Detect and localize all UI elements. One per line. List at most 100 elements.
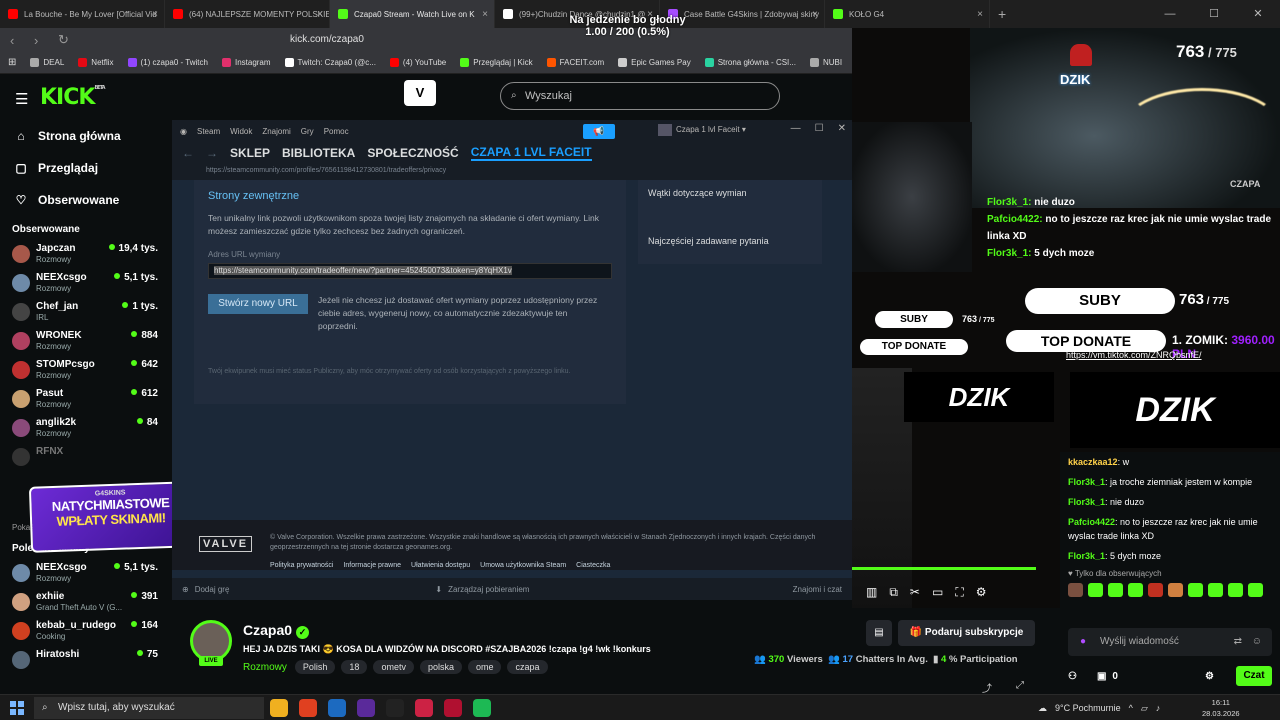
chat-username[interactable]: Flor3k_1 bbox=[1068, 497, 1105, 507]
channel-item[interactable]: Chef_jan IRL 1 tys. bbox=[0, 297, 170, 326]
browser-tab[interactable]: Czapa0 Stream - Watch Live on K × bbox=[330, 0, 495, 28]
pip-icon[interactable]: ⧉ bbox=[889, 585, 898, 600]
stats-icon[interactable]: ▥ bbox=[866, 585, 877, 599]
stream-tag[interactable]: polska bbox=[419, 660, 462, 674]
steam-menu-item[interactable]: Steam bbox=[197, 127, 220, 136]
emote-icon[interactable] bbox=[1148, 583, 1163, 597]
chat-settings-icon[interactable]: ⚙ bbox=[1205, 671, 1214, 682]
clip-icon[interactable]: ✂ bbox=[910, 585, 920, 599]
stream-category[interactable]: Rozmowy bbox=[243, 662, 287, 673]
minimize-icon[interactable]: — bbox=[791, 123, 801, 134]
close-icon[interactable]: ✕ bbox=[838, 123, 846, 134]
steam-menu-item[interactable]: Widok bbox=[230, 127, 252, 136]
points-icon[interactable]: ⚇ bbox=[1068, 671, 1077, 682]
emote-icon[interactable] bbox=[1068, 583, 1083, 597]
emote-icon[interactable] bbox=[1108, 583, 1123, 597]
reload-icon[interactable]: ↻ bbox=[58, 32, 72, 48]
settings-icon[interactable]: ⚙ bbox=[976, 585, 987, 599]
fullscreen-icon[interactable]: ⛶ bbox=[955, 585, 963, 600]
notification-megaphone-icon[interactable]: 📢 bbox=[583, 124, 615, 139]
close-icon[interactable]: ✕ bbox=[1236, 0, 1280, 28]
channel-item[interactable]: Hiratoshi 75 bbox=[0, 645, 170, 674]
taskbar-search[interactable]: ⌕ Wpisz tutaj, aby wyszukać bbox=[34, 697, 264, 719]
channel-item[interactable]: NEEXcsgo Rozmowy 5,1 tys. bbox=[0, 268, 170, 297]
channel-item[interactable]: kebab_u_rudego Cooking 164 bbox=[0, 616, 170, 645]
minimize-icon[interactable]: — bbox=[1148, 0, 1192, 28]
steam-nav-item[interactable]: SPOŁECZNOŚĆ bbox=[367, 146, 458, 160]
maximize-icon[interactable]: ☐ bbox=[815, 123, 824, 134]
bookmark-item[interactable]: Netflix bbox=[78, 58, 114, 67]
video-progress-bar[interactable] bbox=[852, 567, 1037, 570]
channel-item[interactable]: NEEXcsgo Rozmowy 5,1 tys. bbox=[0, 558, 170, 587]
chat-username[interactable]: Flor3k_1 bbox=[1068, 477, 1105, 487]
emote-icon[interactable] bbox=[1228, 583, 1243, 597]
stream-tag[interactable]: ometv bbox=[373, 660, 414, 674]
steam-back-icon[interactable]: ← bbox=[182, 146, 194, 160]
chat-username[interactable]: Flor3k_1 bbox=[1068, 551, 1105, 561]
faq-link[interactable]: Najczęściej zadawane pytania bbox=[648, 236, 812, 284]
steam-forward-icon[interactable]: → bbox=[206, 146, 218, 160]
chat-input[interactable]: ● Wyślij wiadomość ⇄ ☺ bbox=[1068, 628, 1272, 656]
trade-url-field[interactable]: https://steamcommunity.com/tradeoffer/ne… bbox=[208, 263, 612, 279]
channel-item[interactable]: Japczan Rozmowy 19,4 tys. bbox=[0, 239, 170, 268]
bookmark-item[interactable]: Przeglądaj | Kick bbox=[460, 58, 533, 67]
volume-icon[interactable]: ♪ bbox=[1156, 703, 1161, 713]
browser-tab[interactable]: KOŁO G4 × bbox=[825, 0, 990, 28]
trade-threads-link[interactable]: Wątki dotyczące wymian bbox=[648, 188, 812, 236]
bookmark-item[interactable]: (1) czapa0 - Twitch bbox=[127, 58, 208, 67]
new-tab-button[interactable]: + bbox=[998, 6, 1006, 22]
search-input[interactable]: ⌕ Wyszukaj bbox=[500, 82, 780, 110]
bookmark-item[interactable]: Instagram bbox=[221, 58, 271, 67]
emote-icon[interactable] bbox=[1208, 583, 1223, 597]
apps-grid-icon[interactable]: ⊞ bbox=[8, 57, 16, 68]
sidebar-nav-item[interactable]: ♡ Obserwowane bbox=[0, 184, 170, 216]
send-chat-button[interactable]: Czat bbox=[1236, 666, 1272, 686]
downloads-button[interactable]: Zarządzaj pobieraniem bbox=[448, 585, 529, 594]
steam-menu-item[interactable]: Gry bbox=[301, 127, 314, 136]
channel-item-offline[interactable]: RFNX bbox=[0, 442, 170, 471]
kick-logo[interactable]: KICKBETA bbox=[40, 85, 106, 110]
emoji-icon[interactable]: ☺ bbox=[1252, 628, 1262, 656]
footer-link[interactable]: Ciasteczka bbox=[576, 562, 610, 569]
browser-tab[interactable]: La Bouche - Be My Lover [Official Vid × bbox=[0, 0, 165, 28]
add-game-button[interactable]: Dodaj grę bbox=[195, 585, 230, 594]
sidebar-nav-item[interactable]: ⌂ Strona główna bbox=[0, 120, 170, 152]
gift-icon[interactable]: ▣ bbox=[1097, 671, 1106, 682]
channel-item[interactable]: STOMPcsgo Rozmowy 642 bbox=[0, 355, 170, 384]
share-icon[interactable]: ⤴ bbox=[982, 680, 992, 695]
browser-tab[interactable]: (64) NAJLEPSZE MOMENTY POLSKIE × bbox=[165, 0, 330, 28]
stream-tag[interactable]: Polish bbox=[294, 660, 336, 674]
friends-chat-button[interactable]: Znajomi i czat bbox=[793, 585, 842, 594]
steam-nav-item[interactable]: BIBLIOTEKA bbox=[282, 146, 355, 160]
steam-nav-item[interactable]: CZAPA 1 LVL FACEIT bbox=[470, 145, 592, 161]
windows-start-icon[interactable] bbox=[10, 701, 24, 715]
taskbar-app-icon[interactable] bbox=[299, 699, 317, 717]
taskbar-app-icon[interactable] bbox=[328, 699, 346, 717]
footer-link[interactable]: Polityka prywatności bbox=[270, 562, 333, 569]
popout-icon[interactable]: ⤢ bbox=[1016, 680, 1024, 695]
bookmark-item[interactable]: FACEIT.com bbox=[546, 58, 604, 67]
stream-tag[interactable]: czapa bbox=[507, 660, 548, 674]
gift-subscription-button[interactable]: 🎁 Podaruj subskrypcje bbox=[898, 620, 1035, 646]
maximize-icon[interactable]: ☐ bbox=[1192, 0, 1236, 28]
taskbar-app-icon[interactable] bbox=[270, 699, 288, 717]
footer-link[interactable]: Ułatwienia dostępu bbox=[411, 562, 470, 569]
emote-icon[interactable] bbox=[1188, 583, 1203, 597]
emote-icon[interactable] bbox=[1128, 583, 1143, 597]
report-icon[interactable]: ▤ bbox=[866, 620, 892, 646]
streamer-name[interactable]: Czapa0 ✓ bbox=[243, 622, 310, 639]
theater-icon[interactable]: ▭ bbox=[932, 585, 943, 599]
taskbar-app-icon[interactable] bbox=[357, 699, 375, 717]
steam-nav-item[interactable]: SKLEP bbox=[230, 146, 270, 160]
footer-link[interactable]: Umowa użytkownika Steam bbox=[480, 562, 566, 569]
channel-item[interactable]: Pasut Rozmowy 612 bbox=[0, 384, 170, 413]
bookmark-item[interactable]: Twitch: Czapa0 (@c... bbox=[284, 58, 376, 67]
channel-item[interactable]: anglik2k Rozmowy 84 bbox=[0, 413, 170, 442]
emote-icon[interactable] bbox=[1248, 583, 1263, 597]
translate-icon[interactable]: ⇄ bbox=[1234, 628, 1242, 656]
channel-item[interactable]: exhiie Grand Theft Auto V (G... 391 bbox=[0, 587, 170, 616]
network-icon[interactable]: ▱ bbox=[1141, 703, 1148, 714]
tab-close-icon[interactable]: × bbox=[482, 9, 488, 20]
taskbar-app-icon[interactable] bbox=[415, 699, 433, 717]
taskbar-app-icon[interactable] bbox=[473, 699, 491, 717]
